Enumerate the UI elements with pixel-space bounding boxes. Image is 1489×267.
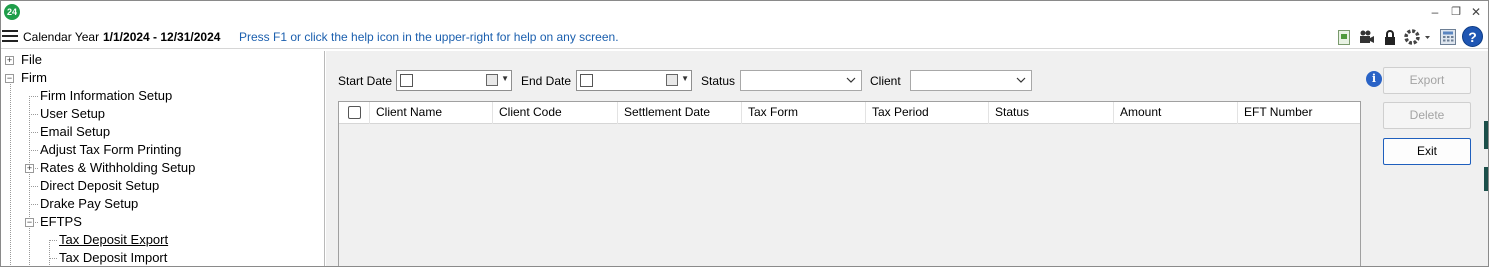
column-header-tax-form[interactable]: Tax Form xyxy=(742,102,866,124)
column-header-settlement-date[interactable]: Settlement Date xyxy=(618,102,742,124)
calendar-year-range[interactable]: 1/1/2024 - 12/31/2024 xyxy=(103,30,220,44)
firm-collapse-icon[interactable]: − xyxy=(5,74,14,83)
file-expand-icon[interactable]: + xyxy=(5,56,14,65)
tree-item-direct-deposit-setup[interactable]: Direct Deposit Setup xyxy=(40,177,159,195)
status-label: Status xyxy=(701,74,736,88)
chevron-down-icon[interactable]: ▼ xyxy=(681,74,689,83)
start-date-checkbox[interactable] xyxy=(400,74,413,87)
tree-item-firm[interactable]: Firm xyxy=(21,69,47,87)
restore-button[interactable]: ❐ xyxy=(1447,3,1465,21)
tree-item-tax-deposit-export[interactable]: Tax Deposit Export xyxy=(59,231,168,249)
video-icon[interactable] xyxy=(1358,28,1376,46)
column-header-client-name[interactable]: Client Name xyxy=(370,102,493,124)
app-window: 24 – ❐ ✕ Calendar Year 1/1/2024 - 12/31/… xyxy=(0,0,1489,267)
title-bar: 24 – ❐ ✕ xyxy=(1,1,1488,24)
end-date-checkbox[interactable] xyxy=(580,74,593,87)
calendar-icon[interactable] xyxy=(486,74,498,86)
export-button[interactable]: Export xyxy=(1383,67,1471,94)
help-hint-text: Press F1 or click the help icon in the u… xyxy=(239,30,619,44)
column-header-eft-number[interactable]: EFT Number xyxy=(1238,102,1360,124)
client-dropdown[interactable] xyxy=(910,70,1032,91)
chevron-down-icon xyxy=(1016,77,1026,83)
grid-header: Client Name Client Code Settlement Date … xyxy=(339,102,1360,124)
window-edge-marker xyxy=(1484,121,1488,149)
column-header-tax-period[interactable]: Tax Period xyxy=(866,102,989,124)
calendar-icon[interactable] xyxy=(666,74,678,86)
gear-icon[interactable] xyxy=(1403,28,1431,46)
eftps-collapse-icon[interactable]: − xyxy=(25,218,34,227)
tree-item-firm-information-setup[interactable]: Firm Information Setup xyxy=(40,87,172,105)
menu-icon[interactable] xyxy=(2,30,18,44)
close-button[interactable]: ✕ xyxy=(1467,3,1485,21)
start-date-label: Start Date xyxy=(338,74,393,88)
column-header-client-code[interactable]: Client Code xyxy=(493,102,618,124)
app-logo-icon: 24 xyxy=(4,4,20,20)
calendar-year-label: Calendar Year xyxy=(23,30,100,44)
lock-icon[interactable] xyxy=(1381,28,1399,46)
delete-button[interactable]: Delete xyxy=(1383,102,1471,129)
column-header-amount[interactable]: Amount xyxy=(1114,102,1238,124)
rates-expand-icon[interactable]: + xyxy=(25,164,34,173)
exit-button[interactable]: Exit xyxy=(1383,138,1471,165)
client-label: Client xyxy=(870,74,901,88)
document-icon[interactable] xyxy=(1335,28,1353,46)
chevron-down-icon[interactable]: ▼ xyxy=(501,74,509,83)
status-dropdown[interactable] xyxy=(740,70,862,91)
calculator-icon[interactable] xyxy=(1439,28,1457,46)
window-edge-marker xyxy=(1484,167,1488,191)
navigation-tree: + File − Firm Firm Information Setup Use… xyxy=(1,51,325,266)
info-icon[interactable]: i xyxy=(1366,71,1382,87)
tree-item-adjust-tax-form-printing[interactable]: Adjust Tax Form Printing xyxy=(40,141,181,159)
tree-item-rates-withholding-setup[interactable]: Rates & Withholding Setup xyxy=(40,159,195,177)
end-date-picker[interactable]: ▼ xyxy=(576,70,692,91)
chevron-down-icon xyxy=(846,77,856,83)
tree-item-file[interactable]: File xyxy=(21,51,42,69)
help-icon[interactable]: ? xyxy=(1462,26,1483,47)
tree-item-user-setup[interactable]: User Setup xyxy=(40,105,105,123)
start-date-picker[interactable]: ▼ xyxy=(396,70,512,91)
tree-item-tax-deposit-import[interactable]: Tax Deposit Import xyxy=(59,249,167,266)
tree-item-email-setup[interactable]: Email Setup xyxy=(40,123,110,141)
tax-deposit-export-panel: Start Date ▼ End Date ▼ Status Client Cl… xyxy=(326,51,1488,266)
deposits-grid[interactable]: Client Name Client Code Settlement Date … xyxy=(338,101,1361,266)
select-all-cell xyxy=(339,102,370,124)
select-all-checkbox[interactable] xyxy=(348,106,361,119)
end-date-label: End Date xyxy=(521,74,572,88)
column-header-status[interactable]: Status xyxy=(989,102,1114,124)
header-bar: Calendar Year 1/1/2024 - 12/31/2024 Pres… xyxy=(1,25,1488,49)
tree-item-drake-pay-setup[interactable]: Drake Pay Setup xyxy=(40,195,138,213)
tree-item-eftps[interactable]: EFTPS xyxy=(40,213,82,231)
minimize-button[interactable]: – xyxy=(1426,3,1444,21)
